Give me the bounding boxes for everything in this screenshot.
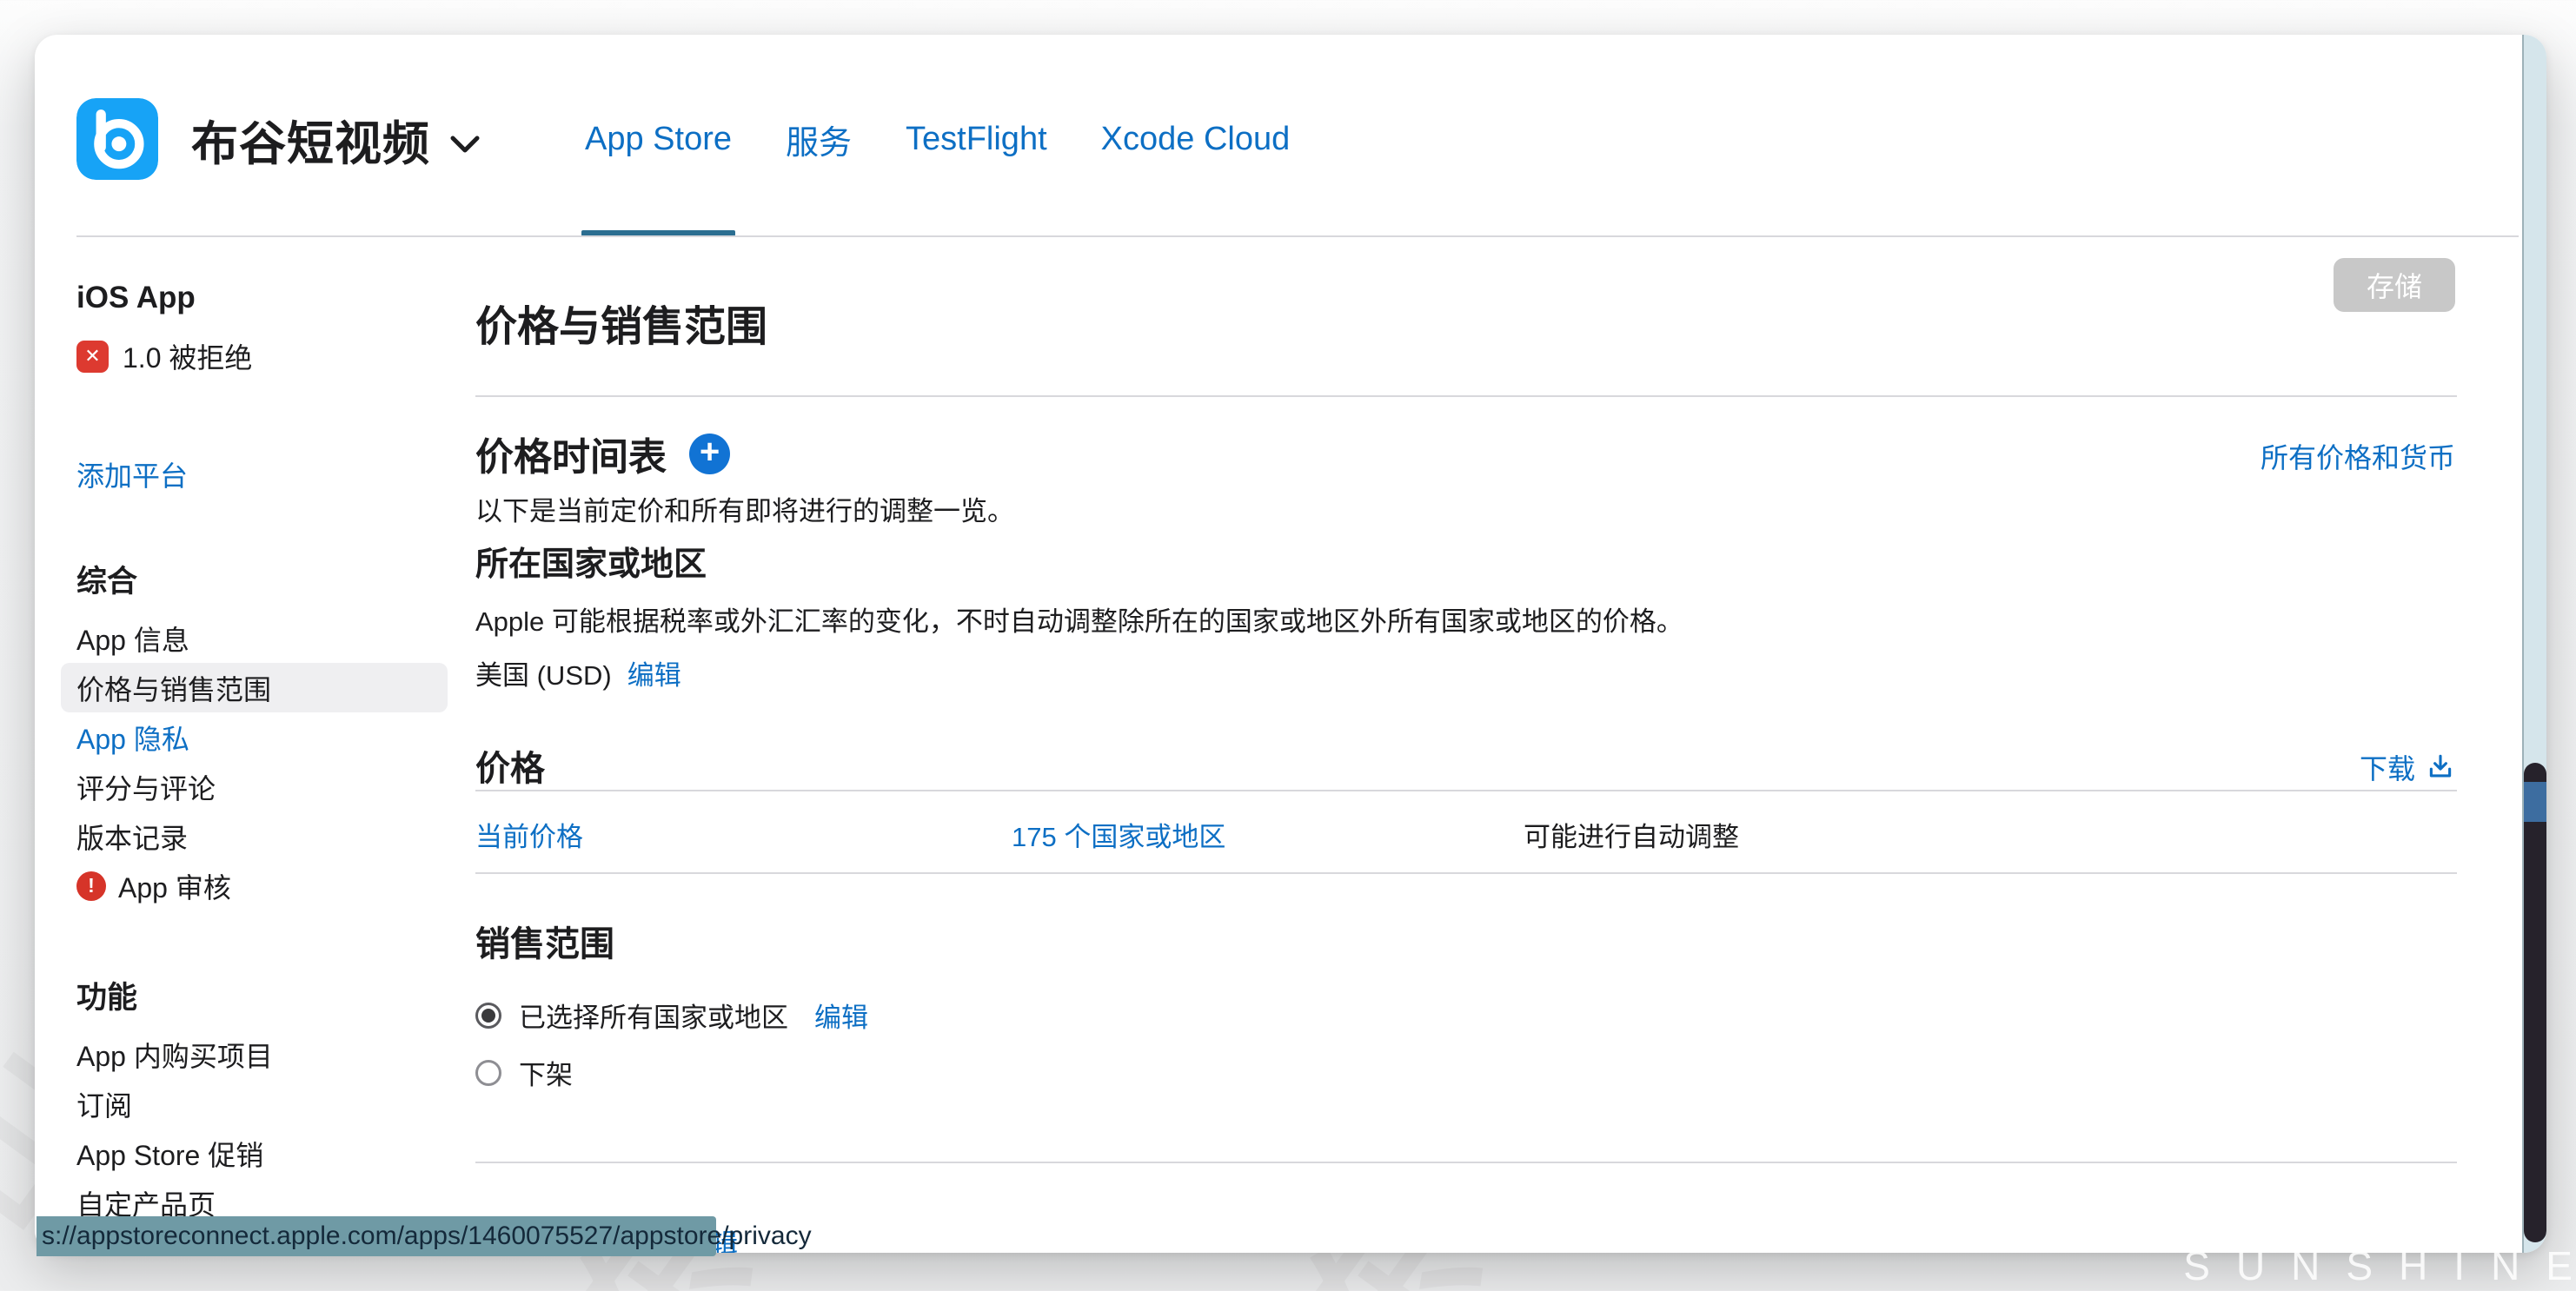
- sidebar-section-general: 综合: [76, 557, 469, 601]
- base-country-description: Apple 可能根据税率或外汇汇率的变化，不时自动调整除所在的国家或地区外所有国…: [475, 599, 1683, 639]
- sidebar: iOS App ✕ 1.0 被拒绝 添加平台 综合 App 信息 价格与销售范围…: [76, 281, 469, 1253]
- availability-heading: 销售范围: [475, 916, 614, 966]
- divider: [475, 1162, 2457, 1163]
- divider: [475, 872, 2457, 874]
- watermark-corner: SUNSHINE: [2183, 1242, 2576, 1289]
- base-country-heading: 所在国家或地区: [475, 537, 707, 585]
- divider: [475, 395, 2457, 397]
- sidebar-item-pricing-availability[interactable]: 价格与销售范围: [61, 663, 448, 712]
- sidebar-item-label: App 信息: [76, 619, 189, 659]
- main-content: 价格与销售范围 存储 价格时间表 + 所有价格和货币 以下是当前定价和所有即将进…: [475, 35, 2457, 1253]
- availability-option-label: 下架: [519, 1053, 573, 1092]
- sidebar-item-app-info[interactable]: App 信息: [61, 613, 448, 663]
- sidebar-item-in-app-purchases[interactable]: App 内购买项目: [61, 1029, 448, 1079]
- sidebar-item-label: App 审核: [118, 866, 231, 906]
- right-edge-blue-segment: [2524, 782, 2546, 822]
- add-platform-link[interactable]: 添加平台: [76, 454, 469, 494]
- app-name: 布谷短视频: [191, 105, 430, 174]
- status-url-text: s://appstoreconnect.apple.com/apps/14600…: [42, 1221, 812, 1251]
- sidebar-item-label: App Store 促销: [76, 1134, 263, 1174]
- base-country-edit-link[interactable]: 编辑: [627, 653, 681, 692]
- app-logo-icon: [76, 98, 158, 180]
- platform-heading: iOS App: [76, 281, 469, 315]
- sidebar-item-promotions[interactable]: App Store 促销: [61, 1129, 448, 1178]
- price-heading: 价格: [475, 740, 545, 791]
- add-price-change-button[interactable]: +: [689, 434, 730, 474]
- price-table-row: 当前价格 175 个国家或地区 可能进行自动调整: [475, 815, 2457, 854]
- sidebar-item-label: App 内购买项目: [76, 1035, 273, 1075]
- download-link-label: 下载: [2360, 747, 2415, 787]
- auto-adjust-note: 可能进行自动调整: [1524, 815, 1739, 854]
- version-status[interactable]: ✕ 1.0 被拒绝: [76, 336, 469, 376]
- availability-edit-link[interactable]: 编辑: [814, 996, 868, 1035]
- sidebar-item-ratings-reviews[interactable]: 评分与评论: [61, 762, 448, 811]
- current-price-link[interactable]: 当前价格: [475, 815, 1012, 854]
- availability-option-all-countries: 已选择所有国家或地区 编辑: [475, 996, 868, 1035]
- rejected-badge-icon: ✕: [76, 341, 109, 373]
- right-edge-dark-bar: [2524, 763, 2546, 1242]
- radio-selected[interactable]: [475, 1003, 501, 1029]
- page-title: 价格与销售范围: [475, 292, 767, 353]
- radio-unselected[interactable]: [475, 1060, 501, 1086]
- alert-icon: !: [76, 871, 106, 901]
- availability-option-remove: 下架: [475, 1053, 573, 1092]
- price-schedule-description: 以下是当前定价和所有即将进行的调整一览。: [475, 489, 1014, 528]
- sidebar-item-app-review[interactable]: ! App 审核: [61, 861, 448, 910]
- sidebar-item-label: 订阅: [76, 1084, 132, 1124]
- sidebar-item-label: 价格与销售范围: [76, 668, 271, 708]
- app-store-connect-window: 布谷短视频 App Store 服务 TestFlight Xcode Clou…: [35, 35, 2546, 1253]
- sidebar-item-label: 评分与评论: [76, 767, 216, 807]
- save-button[interactable]: 存储: [2334, 258, 2455, 312]
- price-schedule-heading: 价格时间表: [475, 426, 667, 481]
- status-url-bar: s://appstoreconnect.apple.com/apps/14600…: [37, 1216, 716, 1256]
- divider: [475, 790, 2457, 791]
- download-icon: [2426, 752, 2455, 782]
- sidebar-item-subscriptions[interactable]: 订阅: [61, 1079, 448, 1129]
- countries-count-link[interactable]: 175 个国家或地区: [1012, 815, 1524, 854]
- base-country-value: 美国 (USD): [475, 653, 612, 692]
- sidebar-item-app-privacy[interactable]: App 隐私: [61, 712, 448, 762]
- sidebar-item-label: App 隐私: [76, 718, 189, 758]
- sidebar-item-version-history[interactable]: 版本记录: [61, 811, 448, 861]
- version-status-label: 1.0 被拒绝: [123, 336, 252, 376]
- sidebar-item-label: 版本记录: [76, 817, 188, 857]
- sidebar-section-features: 功能: [76, 973, 469, 1017]
- download-link[interactable]: 下载: [2360, 747, 2455, 787]
- availability-option-label: 已选择所有国家或地区: [519, 996, 788, 1035]
- all-prices-currencies-link[interactable]: 所有价格和货币: [2261, 436, 2455, 476]
